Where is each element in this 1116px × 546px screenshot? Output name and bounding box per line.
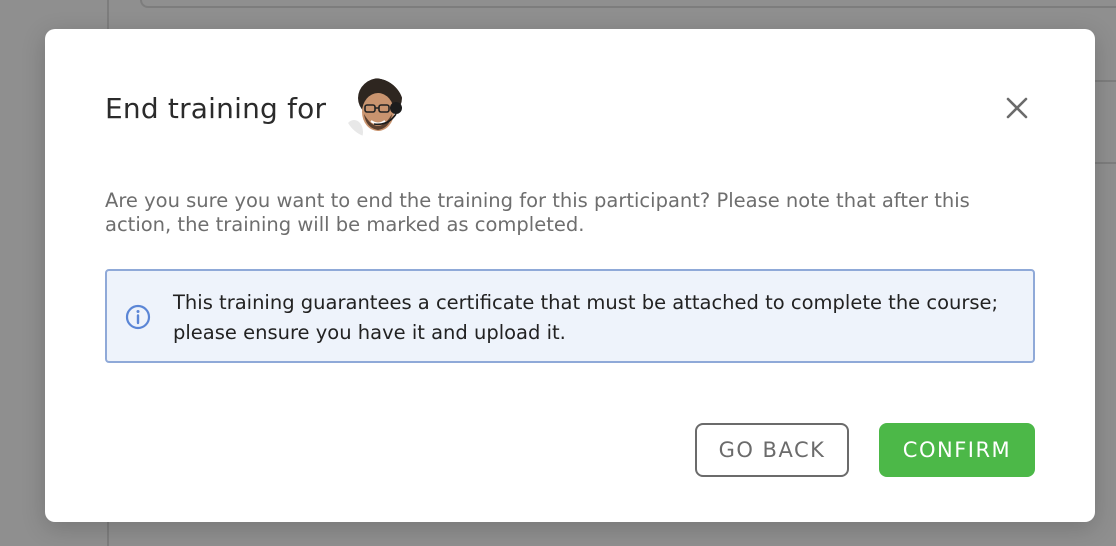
participant-avatar <box>344 78 405 138</box>
info-message: This training guarantees a certificate t… <box>173 291 999 344</box>
dialog-header: End training for <box>105 77 405 139</box>
close-icon <box>1006 97 1028 119</box>
dialog-title: End training for <box>105 91 327 125</box>
background-card <box>140 0 1116 8</box>
go-back-button[interactable]: GO BACK <box>695 423 849 477</box>
close-button[interactable] <box>1000 91 1034 125</box>
end-training-dialog: End training for Are you sure you want t… <box>45 29 1095 522</box>
info-icon <box>125 304 151 330</box>
certificate-info-box: This training guarantees a certificate t… <box>105 269 1035 363</box>
dialog-description: Are you sure you want to end the trainin… <box>105 189 970 236</box>
confirm-button[interactable]: CONFIRM <box>879 423 1035 477</box>
background-panel-edge <box>1094 80 1116 164</box>
